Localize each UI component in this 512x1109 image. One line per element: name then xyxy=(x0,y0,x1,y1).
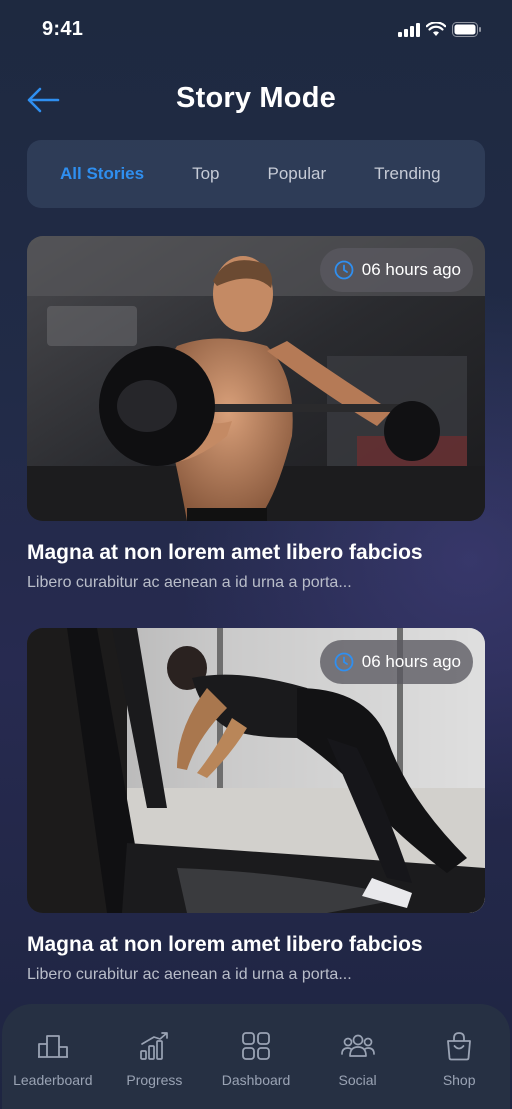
time-ago-label: 06 hours ago xyxy=(361,652,461,671)
nav-label: Progress xyxy=(126,1072,183,1088)
tab-top[interactable]: Top xyxy=(192,164,219,184)
tab-popular[interactable]: Popular xyxy=(268,164,327,184)
status-bar: 9:41 xyxy=(0,0,512,60)
story-title[interactable]: Magna at non lorem amet libero fabcios xyxy=(27,541,485,565)
nav-label: Social xyxy=(338,1072,377,1088)
nav-label: Shop xyxy=(442,1072,476,1088)
dashboard-grid-icon xyxy=(242,1032,270,1060)
clock-icon xyxy=(334,260,354,280)
story-card[interactable]: 06 hours ago Magna at non lorem amet lib… xyxy=(27,628,485,984)
page-title: Story Mode xyxy=(176,82,336,114)
nav-item-social[interactable]: Social xyxy=(307,1004,409,1109)
shopping-bag-icon xyxy=(447,1032,472,1061)
cellular-signal-icon xyxy=(398,22,420,37)
story-title[interactable]: Magna at non lorem amet libero fabcios xyxy=(27,933,485,957)
tab-all-stories[interactable]: All Stories xyxy=(60,164,144,184)
status-time: 9:41 xyxy=(42,18,84,40)
nav-item-shop[interactable]: Shop xyxy=(408,1004,510,1109)
wifi-icon xyxy=(426,22,446,36)
story-image[interactable]: 06 hours ago xyxy=(27,236,485,521)
progress-chart-icon xyxy=(140,1032,169,1060)
story-tabs: All Stories Top Popular Trending xyxy=(27,140,485,208)
time-ago-label: 06 hours ago xyxy=(361,260,461,279)
nav-label: Dashboard xyxy=(221,1072,291,1088)
battery-icon xyxy=(452,22,481,37)
clock-icon xyxy=(334,652,354,672)
nav-item-progress[interactable]: Progress xyxy=(104,1004,206,1109)
status-icons xyxy=(398,22,482,37)
time-badge: 06 hours ago xyxy=(319,640,473,684)
time-badge: 06 hours ago xyxy=(319,248,473,292)
story-excerpt: Libero curabitur ac aenean a id urna a p… xyxy=(27,966,352,983)
bottom-nav: Leaderboard Progress Dashboard Social Sh… xyxy=(2,1004,510,1109)
story-card[interactable]: 06 hours ago Magna at non lorem amet lib… xyxy=(27,236,485,592)
nav-item-dashboard[interactable]: Dashboard xyxy=(205,1004,307,1109)
nav-item-leaderboard[interactable]: Leaderboard xyxy=(2,1004,104,1109)
nav-label: Leaderboard xyxy=(13,1072,93,1088)
story-image[interactable]: 06 hours ago xyxy=(27,628,485,913)
tab-trending[interactable]: Trending xyxy=(374,164,440,184)
social-group-icon xyxy=(340,1034,375,1057)
header: Story Mode xyxy=(0,72,512,128)
leaderboard-icon xyxy=(37,1035,68,1058)
story-excerpt: Libero curabitur ac aenean a id urna a p… xyxy=(27,574,352,591)
